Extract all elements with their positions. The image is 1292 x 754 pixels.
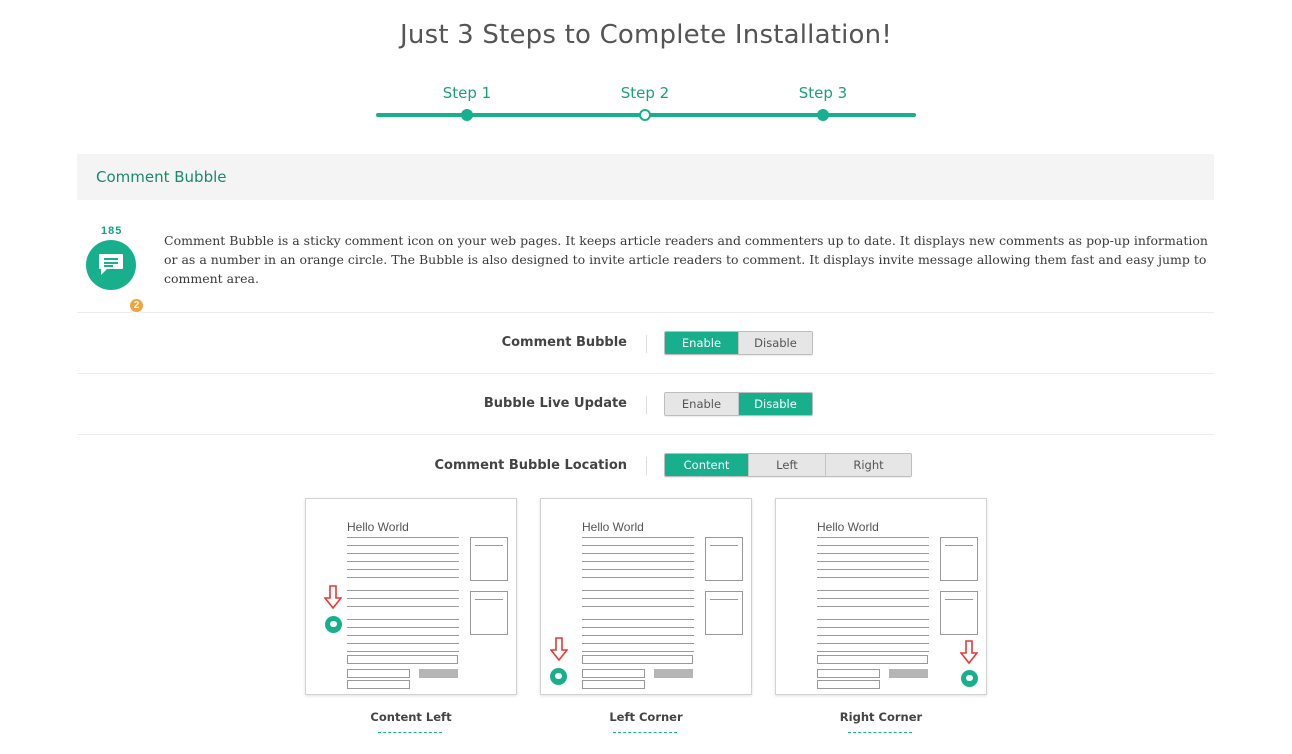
preview-label[interactable]: Left Corner (540, 710, 752, 724)
setting-label: Comment Bubble (501, 335, 627, 350)
preview-underline (613, 732, 677, 733)
preview-underline (378, 732, 442, 733)
step-2-label[interactable]: Step 2 (585, 78, 705, 108)
comment-bubble-icon: 2 (86, 240, 145, 314)
content-left-button[interactable]: Content Left (665, 454, 749, 476)
preview-input (582, 680, 645, 689)
feature-description: Comment Bubble is a sticky comment icon … (164, 233, 1208, 286)
setting-label: Bubble Live Update (483, 396, 627, 411)
left-corner-button[interactable]: Left Corner (749, 454, 826, 476)
step-2-dot[interactable] (639, 109, 651, 121)
preview-input (817, 669, 880, 678)
step-progress: Step 1 Step 2 Step 3 (376, 78, 916, 123)
preview-thumbnail[interactable]: Hello World (305, 498, 517, 695)
new-comments-badge: 2 (128, 297, 145, 314)
preview-text-lines (582, 537, 694, 659)
preview-button (889, 669, 928, 678)
arrow-down-icon (550, 637, 568, 661)
preview-input (817, 680, 880, 689)
preview-button (654, 669, 693, 678)
preview-widget-box (470, 537, 508, 581)
step-1[interactable]: Step 1 (407, 78, 527, 121)
right-corner-button[interactable]: Right Corner (826, 454, 911, 476)
preview-text-lines (817, 537, 929, 659)
step-3[interactable]: Step 3 (763, 78, 883, 121)
preview-widget-box (940, 537, 978, 581)
preview-input (817, 655, 928, 664)
setting-comment-bubble: Comment Bubble Enable Disable (77, 313, 1214, 374)
preview-input (347, 680, 410, 689)
chat-icon (99, 254, 123, 275)
preview-input (347, 669, 410, 678)
feature-intro: 185 2 Comment Bubble is a sticky comment… (77, 213, 1214, 314)
preview-input (582, 655, 693, 664)
section-title: Comment Bubble (96, 168, 227, 186)
preview-widget-box (470, 591, 508, 635)
bubble-marker-icon (961, 670, 978, 687)
preview-button (419, 669, 458, 678)
step-2[interactable]: Step 2 (585, 78, 705, 121)
setting-label: Comment Bubble Location (434, 458, 628, 473)
setting-bubble-live-update: Bubble Live Update Enable Disable (77, 374, 1214, 435)
step-3-dot[interactable] (817, 109, 829, 121)
preview-title: Hello World (347, 520, 409, 534)
preview-title: Hello World (582, 520, 644, 534)
comment-bubble-toggle[interactable]: Enable Disable (664, 331, 813, 355)
location-previews: Hello World Content Left Hello World Lef… (305, 498, 987, 754)
step-3-label[interactable]: Step 3 (763, 78, 883, 108)
step-1-dot[interactable] (461, 109, 473, 121)
preview-underline (848, 732, 912, 733)
preview-widget-box (705, 537, 743, 581)
preview-input (347, 655, 458, 664)
preview-thumbnail[interactable]: Hello World (775, 498, 987, 695)
enable-button[interactable]: Enable (665, 332, 739, 354)
bubble-marker-icon (325, 616, 342, 633)
preview-label[interactable]: Right Corner (775, 710, 987, 724)
page-title: Just 3 Steps to Complete Installation! (400, 20, 892, 50)
arrow-down-icon (324, 585, 342, 609)
divider (646, 457, 647, 475)
preview-label[interactable]: Content Left (305, 710, 517, 724)
preview-title: Hello World (817, 520, 879, 534)
preview-input (582, 669, 645, 678)
divider (646, 396, 647, 414)
enable-button[interactable]: Enable (665, 393, 739, 415)
bubble-marker-icon (550, 668, 567, 685)
setting-bubble-location: Comment Bubble Location Content Left Lef… (77, 435, 1214, 496)
bubble-live-update-toggle[interactable]: Enable Disable (664, 392, 813, 416)
disable-button[interactable]: Disable (739, 332, 812, 354)
preview-widget-box (940, 591, 978, 635)
divider (646, 335, 647, 353)
disable-button[interactable]: Disable (739, 393, 812, 415)
comment-count: 185 (101, 225, 123, 237)
step-1-label[interactable]: Step 1 (407, 78, 527, 108)
preview-text-lines (347, 537, 459, 659)
arrow-down-icon (960, 640, 978, 664)
bubble-location-toggle[interactable]: Content Left Left Corner Right Corner (664, 453, 912, 477)
preview-thumbnail[interactable]: Hello World (540, 498, 752, 695)
preview-widget-box (705, 591, 743, 635)
section-header: Comment Bubble (77, 154, 1214, 200)
